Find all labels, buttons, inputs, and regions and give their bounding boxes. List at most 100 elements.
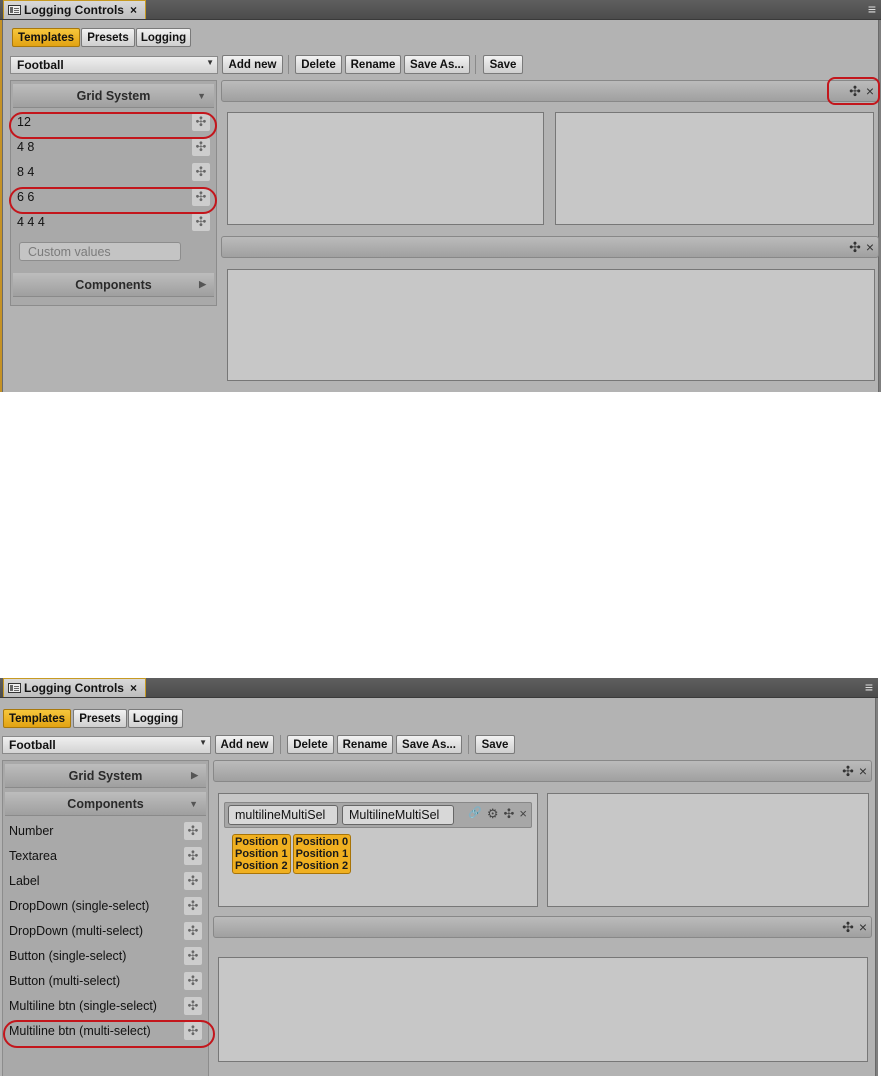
delete-button[interactable]: Delete	[295, 55, 342, 74]
grid-system-header[interactable]: Grid System ▼	[13, 84, 214, 108]
grid-row-bar[interactable]: ✣ ×	[213, 760, 872, 782]
position-button[interactable]: Position 1	[296, 848, 349, 860]
position-button[interactable]: Position 0	[235, 836, 288, 848]
tab-logging[interactable]: Logging	[136, 28, 191, 47]
rename-button[interactable]: Rename	[337, 735, 393, 754]
template-select-value: Football	[17, 58, 64, 72]
components-title: Components	[67, 796, 144, 811]
grid-item-8-4[interactable]: 8 4 ✣	[13, 160, 214, 184]
close-icon[interactable]: ×	[859, 763, 867, 780]
grid-row-bar[interactable]: ✣ ×	[221, 80, 879, 102]
move-icon[interactable]: ✣	[184, 972, 202, 990]
tab-templates[interactable]: Templates	[3, 709, 71, 728]
delete-button[interactable]: Delete	[287, 735, 334, 754]
position-button[interactable]: Position 2	[296, 860, 349, 872]
grid-row-bar[interactable]: ✣ ×	[213, 916, 872, 938]
move-icon[interactable]: ✣	[184, 897, 202, 915]
save-as-button[interactable]: Save As...	[404, 55, 470, 74]
chevron-down-icon: ▼	[189, 798, 198, 809]
component-id-field[interactable]: multilineMultiSel	[228, 805, 338, 825]
position-button[interactable]: Position 0	[296, 836, 349, 848]
window-title: Logging Controls	[24, 681, 124, 695]
close-icon[interactable]: ×	[859, 919, 867, 936]
close-icon[interactable]: ×	[866, 239, 874, 256]
move-icon[interactable]: ✣	[184, 872, 202, 890]
grid-item-12[interactable]: 12 ✣	[13, 110, 214, 134]
template-select[interactable]: Football ▼	[10, 56, 218, 74]
panel-menu-icon[interactable]: ≡	[865, 680, 873, 694]
grid-system-header[interactable]: Grid System ▶	[5, 764, 206, 788]
grid-item-label: 8 4	[17, 165, 35, 179]
move-icon[interactable]: ✣	[184, 822, 202, 840]
grid-column	[555, 112, 874, 225]
component-item-number[interactable]: Number ✣	[5, 819, 206, 843]
move-icon[interactable]: ✣	[192, 213, 210, 231]
move-icon[interactable]: ✣	[849, 239, 861, 256]
position-column: Position 0 Position 1 Position 2	[232, 834, 291, 874]
component-item-label: DropDown (single-select)	[9, 899, 150, 913]
position-button[interactable]: Position 2	[235, 860, 288, 872]
component-item-button-single[interactable]: Button (single-select) ✣	[5, 944, 206, 968]
link-icon[interactable]: 🔗	[468, 806, 482, 822]
close-tab-icon[interactable]: ×	[130, 681, 137, 695]
component-item-label[interactable]: Label ✣	[5, 869, 206, 893]
component-item-multiline-single[interactable]: Multiline btn (single-select) ✣	[5, 994, 206, 1018]
component-item-multiline-multi[interactable]: Multiline btn (multi-select) ✣	[5, 1019, 206, 1043]
component-instance[interactable]: multilineMultiSel MultilineMultiSel 🔗 ⚙ …	[224, 802, 532, 828]
rename-button[interactable]: Rename	[345, 55, 401, 74]
move-icon[interactable]: ✣	[192, 163, 210, 181]
window-tab-logging-controls[interactable]: Logging Controls ×	[3, 678, 146, 697]
component-item-label: Button (multi-select)	[9, 974, 121, 988]
template-select[interactable]: Football ▼	[2, 736, 211, 754]
save-button[interactable]: Save	[475, 735, 515, 754]
components-header[interactable]: Components ▼	[5, 792, 206, 816]
grid-row-bar[interactable]: ✣ ×	[221, 236, 879, 258]
window-title: Logging Controls	[24, 3, 124, 17]
grid-item-label: 6 6	[17, 190, 35, 204]
move-icon[interactable]: ✣	[504, 806, 515, 822]
bottom-screenshot: Logging Controls × ≡ Templates Presets L…	[0, 678, 878, 1076]
position-buttons: Position 0 Position 1 Position 2 Positio…	[232, 834, 352, 874]
grid-item-4-4-4[interactable]: 4 4 4 ✣	[13, 210, 214, 234]
move-icon[interactable]: ✣	[192, 113, 210, 131]
panel-body: Templates Presets Logging Football ▼ Add…	[0, 698, 876, 1076]
move-icon[interactable]: ✣	[184, 1022, 202, 1040]
tab-presets[interactable]: Presets	[73, 709, 127, 728]
tab-templates[interactable]: Templates	[12, 28, 80, 47]
save-as-button[interactable]: Save As...	[396, 735, 462, 754]
gear-icon[interactable]: ⚙	[487, 806, 499, 822]
close-icon[interactable]: ×	[866, 83, 874, 100]
grid-column: multilineMultiSel MultilineMultiSel 🔗 ⚙ …	[218, 793, 538, 907]
component-label-field[interactable]: MultilineMultiSel	[342, 805, 454, 825]
tab-presets[interactable]: Presets	[81, 28, 135, 47]
custom-values-input[interactable]: Custom values	[19, 242, 181, 261]
component-item-dropdown-single[interactable]: DropDown (single-select) ✣	[5, 894, 206, 918]
component-item-textarea[interactable]: Textarea ✣	[5, 844, 206, 868]
close-icon[interactable]: ×	[519, 806, 527, 822]
tab-logging[interactable]: Logging	[128, 709, 183, 728]
move-icon[interactable]: ✣	[192, 188, 210, 206]
move-icon[interactable]: ✣	[184, 997, 202, 1015]
move-icon[interactable]: ✣	[849, 83, 861, 100]
chevron-right-icon: ▶	[199, 279, 206, 289]
component-item-button-multi[interactable]: Button (multi-select) ✣	[5, 969, 206, 993]
grid-item-6-6[interactable]: 6 6 ✣	[13, 185, 214, 209]
add-new-button[interactable]: Add new	[215, 735, 274, 754]
move-icon[interactable]: ✣	[184, 922, 202, 940]
save-button[interactable]: Save	[483, 55, 523, 74]
toolbar-separator	[475, 55, 476, 74]
close-tab-icon[interactable]: ×	[130, 3, 137, 17]
move-icon[interactable]: ✣	[842, 919, 854, 936]
window-tab-logging-controls[interactable]: Logging Controls ×	[3, 0, 146, 19]
move-icon[interactable]: ✣	[192, 138, 210, 156]
panel-icon	[8, 5, 21, 15]
move-icon[interactable]: ✣	[842, 763, 854, 780]
grid-item-4-8[interactable]: 4 8 ✣	[13, 135, 214, 159]
components-header[interactable]: Components ▶	[13, 273, 214, 297]
position-button[interactable]: Position 1	[235, 848, 288, 860]
move-icon[interactable]: ✣	[184, 947, 202, 965]
panel-menu-icon[interactable]: ≡	[868, 2, 876, 16]
component-item-dropdown-multi[interactable]: DropDown (multi-select) ✣	[5, 919, 206, 943]
move-icon[interactable]: ✣	[184, 847, 202, 865]
add-new-button[interactable]: Add new	[222, 55, 283, 74]
